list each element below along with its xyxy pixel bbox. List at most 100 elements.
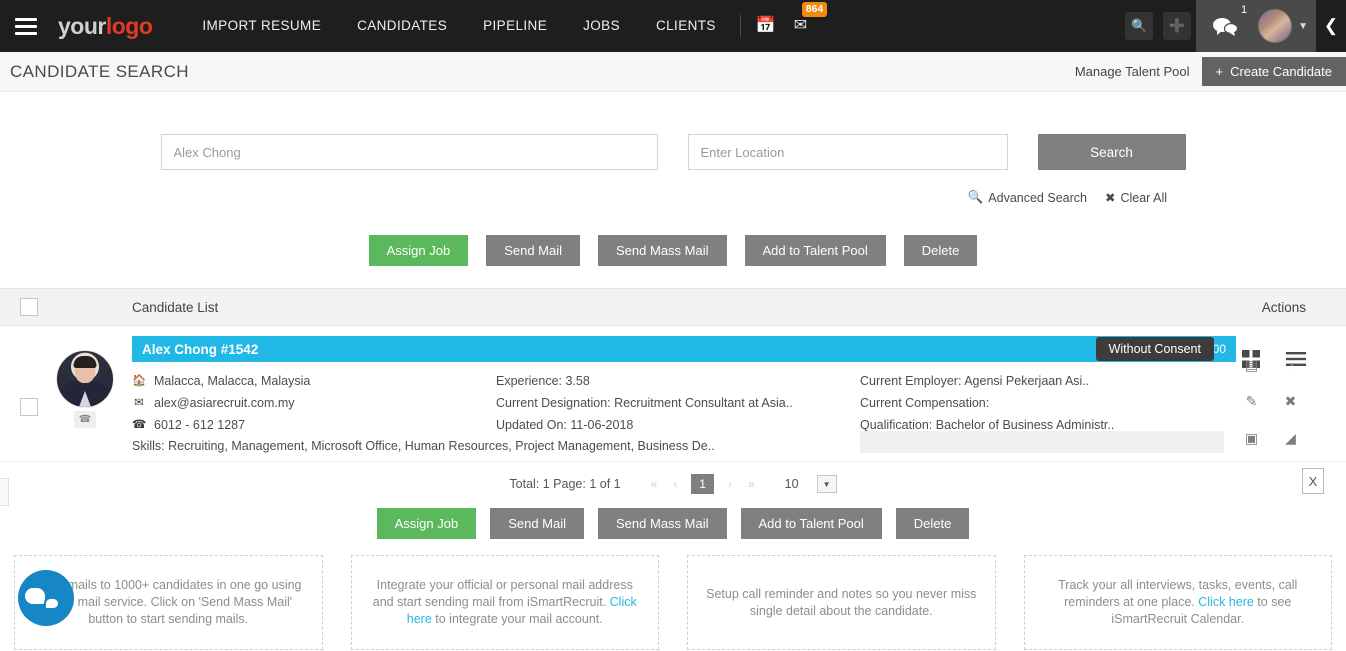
- nav-item-clients[interactable]: CLIENTS: [638, 0, 734, 52]
- delete-button[interactable]: Delete: [903, 235, 978, 266]
- info-text-before: Send mails to 1000+ candidates in one go…: [34, 578, 302, 626]
- chat-bubble-small-icon: [44, 596, 60, 610]
- candidate-experience-column: Experience: 3.58 Current Designation: Re…: [496, 370, 860, 436]
- calendar-icon[interactable]: 📅: [747, 0, 785, 52]
- left-edge-tab[interactable]: [0, 478, 9, 506]
- top-navigation-bar: yourlogo IMPORT RESUME CANDIDATES PIPELI…: [0, 0, 1346, 52]
- nav-item-candidates[interactable]: CANDIDATES: [339, 0, 465, 52]
- user-avatar-menu[interactable]: ▼: [1254, 0, 1316, 52]
- candidate-email-line: ✉ alex@asiarecruit.com.my: [132, 392, 496, 414]
- plus-icon: +: [1215, 64, 1224, 79]
- home-icon: 🏠: [132, 375, 147, 387]
- pagination-next-button[interactable]: ›: [726, 477, 734, 491]
- select-all-checkbox[interactable]: [20, 298, 38, 316]
- candidate-phone: 6012 - 612 1287: [154, 418, 246, 432]
- candidate-score: 00: [1212, 342, 1226, 356]
- pagination-last-button[interactable]: »: [746, 477, 757, 491]
- search-button[interactable]: Search: [1037, 134, 1186, 170]
- nav-item-jobs[interactable]: JOBS: [565, 0, 638, 52]
- info-text-before: Setup call reminder and notes so you nev…: [706, 586, 977, 618]
- avatar: [1258, 9, 1293, 43]
- plus-icon[interactable]: ➕: [1163, 12, 1192, 40]
- hamburger-menu-icon[interactable]: [0, 0, 52, 52]
- page-title: CANDIDATE SEARCH: [10, 61, 189, 81]
- advanced-search-label: Advanced Search: [988, 190, 1087, 205]
- envelope-icon[interactable]: ✉ 864: [785, 0, 828, 52]
- candidate-name[interactable]: Alex Chong #1542: [142, 342, 258, 357]
- pagination-first-button[interactable]: «: [649, 477, 660, 491]
- candidate-photo-wrap: ☎: [38, 336, 132, 453]
- page-size-value: 10: [784, 477, 799, 491]
- candidate-row-checkbox[interactable]: [20, 398, 38, 416]
- envelope-icon: ✉: [134, 397, 144, 409]
- advanced-search-link[interactable]: 🔍 Advanced Search: [968, 190, 1087, 205]
- search-icon[interactable]: 🔍: [1125, 12, 1154, 40]
- clear-all-link[interactable]: ✖ Clear All: [1105, 190, 1167, 206]
- info-text-after: to integrate your mail account.: [431, 612, 603, 626]
- save-disk-icon[interactable]: ▣: [1245, 431, 1258, 453]
- info-card-mail-integration: Integrate your official or personal mail…: [350, 555, 659, 650]
- delete-x-icon[interactable]: ✖: [1285, 394, 1297, 416]
- phone-icon: ☎: [132, 419, 147, 431]
- candidate-details: Alex Chong #1542 in 00 Without Consent 🏠…: [132, 336, 1236, 453]
- info-card-text: Track your all interviews, tasks, events…: [1043, 577, 1314, 628]
- nav-right-group: 🔍 ➕ 1 ▼ ❮: [1120, 0, 1346, 52]
- candidate-updated-on: Updated On: 11-06-2018: [496, 418, 634, 432]
- candidate-experience-line: Experience: 3.58: [496, 370, 860, 392]
- send-mass-mail-button-bottom[interactable]: Send Mass Mail: [598, 508, 727, 539]
- send-mass-mail-button[interactable]: Send Mass Mail: [598, 235, 727, 266]
- candidate-compensation-line: Current Compensation:: [860, 392, 1236, 414]
- page-content: Search 🔍 Advanced Search ✖ Clear All Ass…: [0, 92, 1346, 650]
- candidate-contact-column: 🏠 Malacca, Malacca, Malaysia ✉ alex@asia…: [132, 370, 496, 436]
- candidate-experience: Experience: 3.58: [496, 374, 590, 388]
- pagination-page-1[interactable]: 1: [691, 474, 714, 494]
- chevron-left-icon[interactable]: ❮: [1316, 0, 1346, 52]
- chat-bubble-large-icon: [25, 588, 45, 604]
- edit-pencil-icon[interactable]: ✎: [1246, 394, 1258, 416]
- candidate-employer: Current Employer: Agensi Pekerjaan Asi..: [860, 374, 1090, 388]
- pagination-prev-button[interactable]: ‹: [671, 477, 679, 491]
- info-card-calendar: Track your all interviews, tasks, events…: [1023, 555, 1332, 650]
- manage-talent-pool-link[interactable]: Manage Talent Pool: [1063, 64, 1202, 79]
- assign-job-button-bottom[interactable]: Assign Job: [376, 508, 477, 539]
- candidate-avatar: [56, 350, 114, 408]
- nav-item-pipeline[interactable]: PIPELINE: [465, 0, 565, 52]
- magnifier-icon: 🔍: [967, 190, 984, 204]
- keyword-search-input[interactable]: [160, 134, 658, 170]
- tag-icon[interactable]: ◢: [1285, 431, 1296, 453]
- live-chat-button[interactable]: [18, 570, 74, 626]
- send-mail-button[interactable]: Send Mail: [486, 235, 581, 266]
- send-mail-button-bottom[interactable]: Send Mail: [490, 508, 585, 539]
- bulk-action-bar-top: Assign Job Send Mail Send Mass Mail Add …: [0, 235, 1346, 266]
- chat-bubbles-icon[interactable]: 1: [1196, 0, 1255, 52]
- candidate-email[interactable]: alex@asiarecruit.com.my: [154, 392, 295, 414]
- chat-bubbles-glyph: [1213, 18, 1239, 36]
- chevron-down-icon: ▼: [1298, 20, 1308, 32]
- add-to-talent-pool-button-bottom[interactable]: Add to Talent Pool: [740, 508, 882, 539]
- location-search-input[interactable]: [687, 134, 1008, 170]
- assign-job-button[interactable]: Assign Job: [368, 235, 469, 266]
- candidate-name-bar: Alex Chong #1542 in 00 Without Consent: [132, 336, 1236, 362]
- candidate-phone-line: ☎ 6012 - 612 1287: [132, 414, 496, 436]
- candidate-employer-line: Current Employer: Agensi Pekerjaan Asi..: [860, 370, 1236, 392]
- info-card-text: Integrate your official or personal mail…: [370, 577, 641, 628]
- chat-count-badge: 1: [1240, 4, 1248, 16]
- candidate-employer-column: Current Employer: Agensi Pekerjaan Asi..…: [860, 370, 1236, 436]
- candidate-list-title: Candidate List: [132, 299, 219, 315]
- add-to-talent-pool-button[interactable]: Add to Talent Pool: [744, 235, 886, 266]
- info-card-group: Send mails to 1000+ candidates in one go…: [0, 539, 1346, 650]
- candidate-compensation: Current Compensation:: [860, 396, 990, 410]
- app-logo[interactable]: yourlogo: [58, 13, 153, 40]
- resume-doc-icon[interactable]: ▤: [1245, 358, 1258, 380]
- nav-item-import-resume[interactable]: IMPORT RESUME: [184, 0, 339, 52]
- delete-button-bottom[interactable]: Delete: [895, 508, 970, 539]
- search-row: Search: [0, 92, 1346, 170]
- call-candidate-icon[interactable]: ☎: [74, 411, 96, 428]
- actions-column-header: Actions: [1261, 299, 1306, 315]
- create-candidate-button[interactable]: + Create Candidate: [1201, 57, 1346, 86]
- info-card-call-reminder: Setup call reminder and notes so you nev…: [687, 555, 996, 650]
- page-size-dropdown[interactable]: ▼: [816, 475, 837, 493]
- click-here-link[interactable]: Click here: [1198, 595, 1254, 609]
- excel-export-icon[interactable]: X: [1302, 468, 1324, 494]
- history-clock-icon[interactable]: ◔: [1286, 358, 1294, 380]
